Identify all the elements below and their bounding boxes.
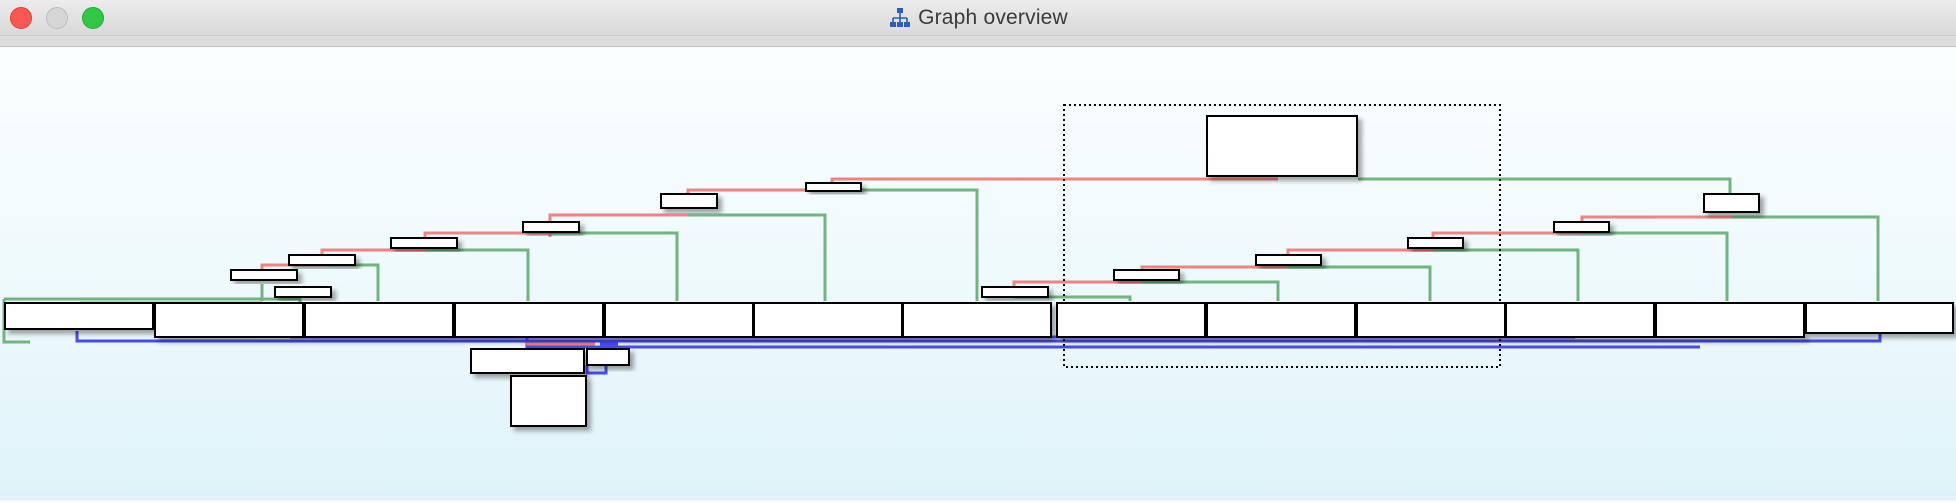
graph-node-leaf[interactable] (1655, 302, 1805, 338)
graph-node[interactable] (1553, 221, 1610, 233)
window-title-text: Graph overview (918, 5, 1068, 29)
graph-node[interactable] (288, 254, 356, 266)
graph-node[interactable] (1703, 193, 1760, 213)
graph-node-leaf[interactable] (1805, 302, 1954, 334)
graph-node-leaf[interactable] (1206, 302, 1356, 338)
graph-node[interactable] (660, 193, 718, 209)
graph-node[interactable] (230, 269, 298, 281)
graph-node-leaf[interactable] (902, 302, 1052, 338)
graph-node[interactable] (1113, 269, 1180, 281)
graph-node[interactable] (805, 182, 862, 192)
graph-tree-icon (890, 7, 911, 27)
graph-node[interactable] (510, 375, 587, 427)
graph-node-leaf[interactable] (604, 302, 754, 338)
graph-node[interactable] (1407, 237, 1464, 249)
graph-node[interactable] (586, 348, 630, 366)
graph-node-leaf[interactable] (1505, 302, 1655, 338)
graph-node-leaf[interactable] (4, 302, 154, 330)
graph-node[interactable] (274, 286, 332, 298)
graph-node[interactable] (470, 348, 585, 374)
graph-canvas[interactable] (0, 46, 1956, 500)
window-title: Graph overview (0, 0, 1956, 35)
graph-node-leaf[interactable] (154, 302, 304, 338)
graph-overview-svg[interactable] (0, 47, 1956, 500)
graph-node-root[interactable] (1206, 115, 1358, 177)
graph-node[interactable] (390, 237, 458, 249)
graph-node[interactable] (1255, 254, 1322, 266)
graph-overview-window: Graph overview (0, 0, 1956, 502)
graph-node-leaf[interactable] (454, 302, 604, 338)
graph-node-leaf[interactable] (1056, 302, 1206, 338)
graph-node[interactable] (981, 286, 1049, 298)
title-bar[interactable]: Graph overview (0, 0, 1956, 36)
graph-node-leaf[interactable] (304, 302, 454, 338)
graph-node[interactable] (522, 221, 580, 233)
graph-node-leaf[interactable] (1356, 302, 1506, 338)
graph-node-leaf[interactable] (753, 302, 903, 338)
